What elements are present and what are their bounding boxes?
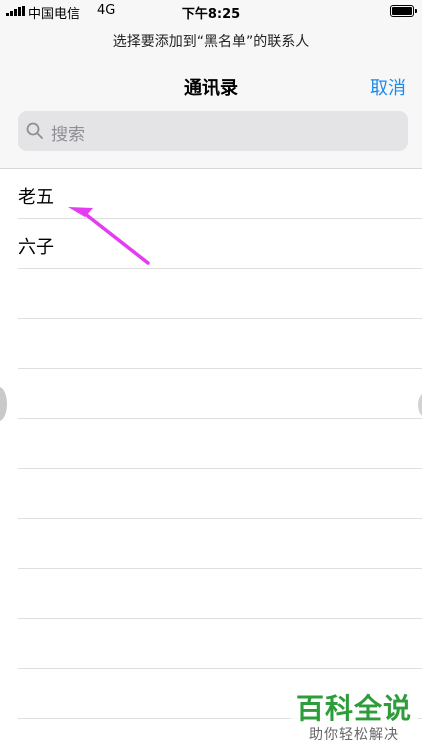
search-icon <box>26 122 43 139</box>
contact-row[interactable] <box>18 519 422 569</box>
status-time: 下午8:25 <box>181 7 241 22</box>
page-title: 通讯录 <box>184 78 238 99</box>
contact-row[interactable] <box>18 419 422 469</box>
status-bar: 中国电信 4G 下午8:25 <box>0 0 422 22</box>
watermark: 百科全说 助你轻松解决 <box>290 692 418 744</box>
picker-header: 选择要添加到“黑名单”的联系人 通讯录 取消 搜索 <box>0 22 422 169</box>
cancel-button[interactable]: 取消 <box>370 74 406 100</box>
contact-row[interactable] <box>18 569 422 619</box>
pointer-arrow-icon <box>68 207 150 265</box>
search-input[interactable]: 搜索 <box>18 111 408 151</box>
search-placeholder: 搜索 <box>51 125 85 145</box>
contact-row[interactable] <box>18 469 422 519</box>
picker-prompt: 选择要添加到“黑名单”的联系人 <box>112 34 310 50</box>
contact-row[interactable] <box>18 269 422 319</box>
watermark-subtitle: 助你轻松解决 <box>309 727 399 743</box>
contact-row[interactable] <box>18 319 422 369</box>
contact-name: 老五 <box>18 187 54 208</box>
contact-name: 六子 <box>18 237 54 258</box>
watermark-title: 百科全说 <box>295 692 412 725</box>
battery-icon <box>390 5 417 17</box>
contact-row[interactable] <box>18 619 422 669</box>
contact-row[interactable] <box>18 369 422 419</box>
battery-level <box>392 7 412 15</box>
